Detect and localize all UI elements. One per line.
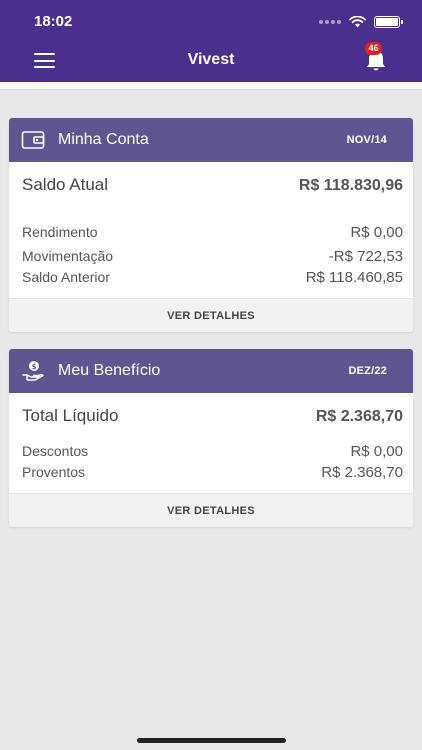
hand-money-icon: $ <box>22 361 44 381</box>
wifi-icon <box>349 16 366 28</box>
account-card-period: NOV/14 <box>346 134 387 146</box>
wallet-icon <box>21 131 45 149</box>
balance-label: Saldo Atual <box>22 175 109 194</box>
svg-text:$: $ <box>32 363 37 371</box>
list-item: Movimentação -R$ 722,53 <box>22 248 403 265</box>
benefit-card-title: Meu Benefício <box>58 362 161 379</box>
balance-row: Saldo Atual R$ 118.830,96 <box>22 175 403 195</box>
account-details-button[interactable]: VER DETALHES <box>9 298 413 332</box>
home-indicator[interactable] <box>137 738 286 743</box>
net-total-label: Total Líquido <box>22 406 119 425</box>
account-card: Minha Conta NOV/14 Saldo Atual R$ 118.83… <box>9 118 413 332</box>
list-item-label: Rendimento <box>22 224 98 240</box>
list-item-label: Saldo Anterior <box>22 269 110 285</box>
net-total-value: R$ 2.368,70 <box>315 408 403 425</box>
benefit-card-header: $ Meu Benefício DEZ/22 <box>9 349 413 393</box>
status-time: 18:02 <box>34 13 73 30</box>
benefit-card-period: DEZ/22 <box>348 365 387 377</box>
list-item-label: Movimentação <box>22 248 114 264</box>
signal-icon <box>319 20 341 24</box>
battery-icon <box>374 16 403 28</box>
list-item: Rendimento R$ 0,00 <box>22 224 403 241</box>
list-item-value: -R$ 722,53 <box>328 248 403 265</box>
list-item: Saldo Anterior R$ 118.460,85 <box>22 269 403 286</box>
status-icons <box>319 13 403 31</box>
account-card-header: Minha Conta NOV/14 <box>9 118 413 162</box>
app-title: Vivest <box>187 51 235 68</box>
list-item: Descontos R$ 0,00 <box>22 443 403 460</box>
header-divider <box>0 82 422 90</box>
notification-badge: 46 <box>365 42 382 55</box>
list-item-value: R$ 2.368,70 <box>321 464 403 481</box>
list-item-value: R$ 0,00 <box>350 224 403 241</box>
benefit-card: $ Meu Benefício DEZ/22 Total Líquido R$ … <box>9 349 413 527</box>
account-card-title: Minha Conta <box>58 131 149 148</box>
benefit-details-button[interactable]: VER DETALHES <box>9 493 413 527</box>
balance-value: R$ 118.830,96 <box>298 177 403 194</box>
list-item-value: R$ 118.460,85 <box>305 269 403 286</box>
list-item-label: Descontos <box>22 443 89 459</box>
app-header: 18:02 Vivest 46 <box>0 0 422 82</box>
net-total-row: Total Líquido R$ 2.368,70 <box>22 406 403 426</box>
list-item: Proventos R$ 2.368,70 <box>22 464 403 481</box>
list-item-label: Proventos <box>22 464 86 480</box>
list-item-value: R$ 0,00 <box>350 443 403 460</box>
